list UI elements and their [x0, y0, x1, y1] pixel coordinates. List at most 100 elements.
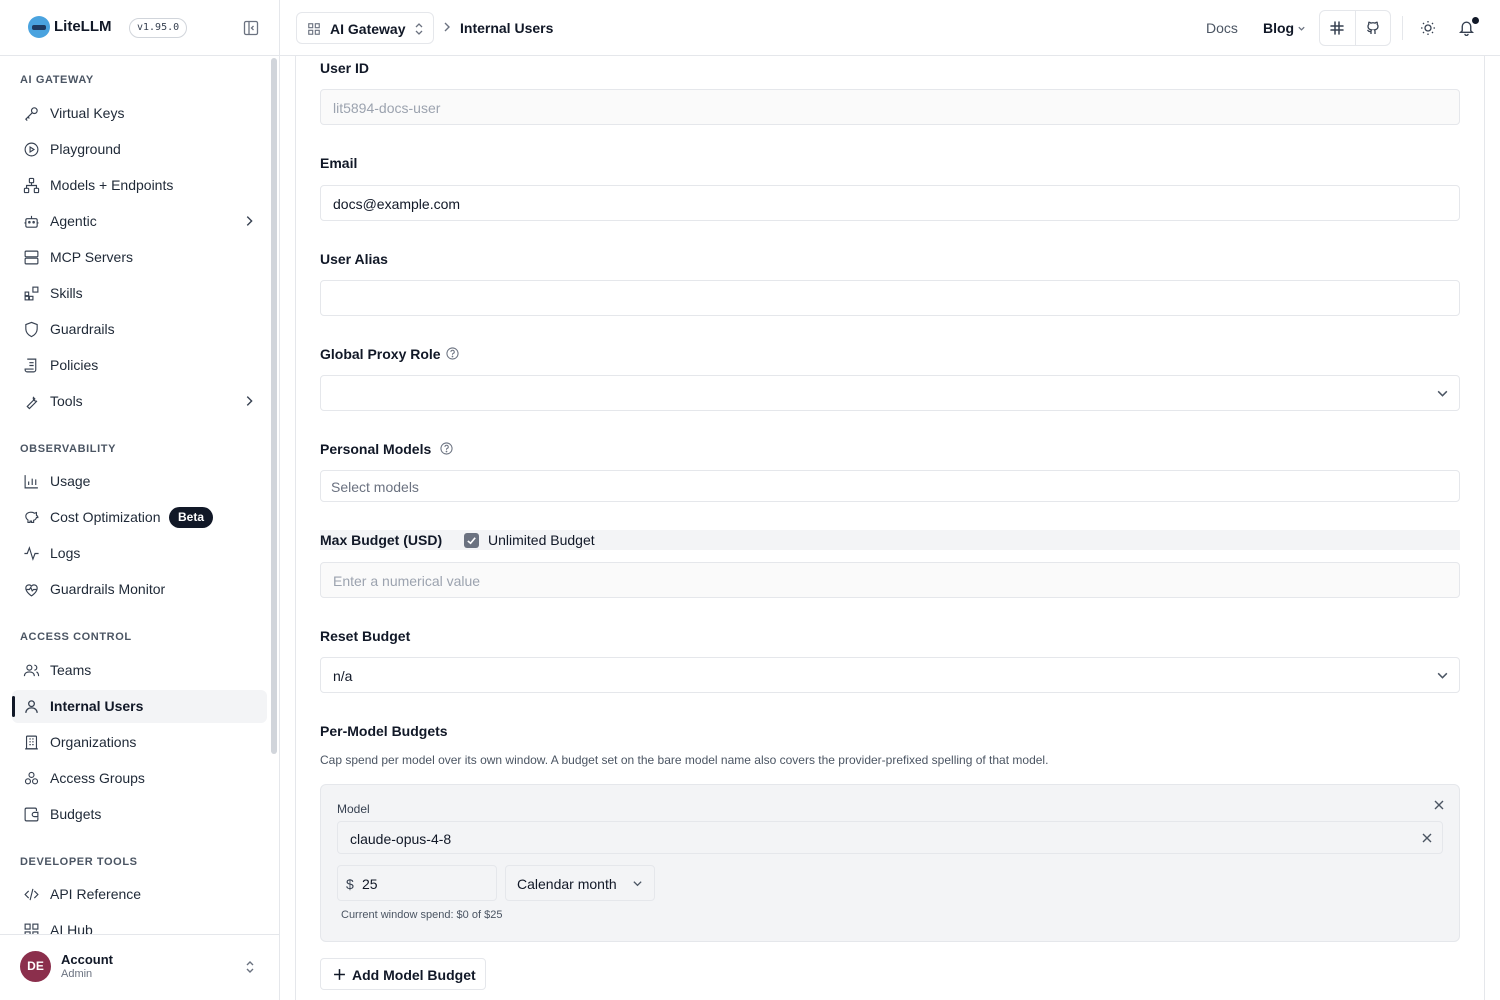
model-select[interactable]: claude-opus-4-8: [337, 821, 1443, 854]
account-role: Admin: [61, 968, 93, 980]
email-label: Email: [320, 155, 358, 171]
shield-icon: [23, 321, 40, 338]
reset-budget-select[interactable]: n/a: [320, 657, 1460, 693]
theme-toggle-icon[interactable]: [1420, 20, 1436, 36]
sidebar-item-ai-hub[interactable]: AI Hub: [12, 914, 267, 934]
gateway-label: AI Gateway: [330, 21, 406, 37]
wrench-icon: [23, 393, 40, 410]
sidebar-item-tools[interactable]: Tools: [12, 385, 267, 418]
currency-prefix: $: [346, 876, 354, 892]
sidebar-item-cost-optimization[interactable]: Cost Optimization Beta: [12, 501, 267, 534]
sidebar-item-models-endpoints[interactable]: Models + Endpoints: [12, 169, 267, 202]
global-proxy-role-select[interactable]: [320, 375, 1460, 411]
sidebar-item-label: Guardrails: [50, 321, 115, 337]
main-content: User ID lit5894-docs-user Email docs@exa…: [280, 56, 1500, 1000]
unlimited-budget-checkbox[interactable]: [464, 533, 479, 548]
sidebar-item-internal-users[interactable]: Internal Users: [12, 690, 267, 723]
email-field[interactable]: docs@example.com: [320, 185, 1460, 221]
litellm-logo: [28, 16, 50, 38]
sidebar-item-skills[interactable]: Skills: [12, 277, 267, 310]
sidebar-item-usage[interactable]: Usage: [12, 465, 267, 498]
reset-budget-label: Reset Budget: [320, 628, 411, 644]
sidebar-item-playground[interactable]: Playground: [12, 133, 267, 166]
blocks-icon: [23, 285, 40, 302]
model-value: claude-opus-4-8: [350, 831, 452, 847]
grid-icon: [307, 22, 321, 36]
personal-models-label: Personal Models: [320, 441, 432, 457]
budget-amount-input[interactable]: $ 25: [337, 865, 497, 901]
user-alias-field[interactable]: [320, 280, 1460, 316]
sidebar-collapse-icon[interactable]: [243, 20, 259, 36]
building-icon: [23, 734, 40, 751]
piggy-bank-icon: [23, 509, 40, 526]
remove-budget-close-icon[interactable]: [1433, 799, 1445, 811]
sidebar-item-mcp-servers[interactable]: MCP Servers: [12, 241, 267, 274]
top-bar: AI Gateway Internal Users Docs Blog: [280, 0, 1500, 56]
version-badge: v1.95.0: [129, 18, 188, 38]
sidebar-item-label: AI Hub: [50, 922, 93, 934]
wallet-icon: [23, 806, 40, 823]
budget-window-select[interactable]: Calendar month: [505, 865, 655, 901]
slack-icon[interactable]: [1329, 20, 1345, 36]
grid-icon: [23, 922, 40, 934]
sidebar-item-policies[interactable]: Policies: [12, 349, 267, 382]
unlimited-budget-label[interactable]: Unlimited Budget: [488, 532, 595, 548]
personal-models-placeholder: Select models: [331, 479, 419, 495]
max-budget-field: Enter a numerical value: [320, 562, 1460, 598]
sidebar-item-guardrails[interactable]: Guardrails: [12, 313, 267, 346]
sidebar-item-access-groups[interactable]: Access Groups: [12, 762, 267, 795]
section-ai-gateway: AI GATEWAY: [20, 74, 94, 86]
sidebar-item-organizations[interactable]: Organizations: [12, 726, 267, 759]
add-model-budget-button[interactable]: Add Model Budget: [320, 958, 486, 990]
account-menu[interactable]: DE Account Admin: [0, 934, 280, 1000]
docs-link[interactable]: Docs: [1206, 20, 1238, 36]
blog-menu[interactable]: Blog: [1263, 20, 1294, 36]
personal-models-select[interactable]: Select models: [320, 470, 1460, 502]
activity-icon: [23, 545, 40, 562]
user-icon: [23, 698, 40, 715]
sidebar-item-budgets[interactable]: Budgets: [12, 798, 267, 831]
code-icon: [23, 886, 40, 903]
sidebar-item-label: Budgets: [50, 806, 102, 822]
sidebar-item-label: Skills: [50, 285, 83, 301]
avatar: DE: [20, 951, 51, 982]
heart-pulse-icon: [23, 581, 40, 598]
sidebar-item-label: Playground: [50, 141, 121, 157]
clear-model-close-icon[interactable]: [1421, 832, 1433, 844]
chevron-right-icon: [242, 214, 256, 228]
sidebar-item-label: Access Groups: [50, 770, 145, 786]
help-circle-icon[interactable]: [440, 442, 453, 455]
sidebar-scrollbar[interactable]: [271, 58, 277, 754]
sidebar-item-guardrails-monitor[interactable]: Guardrails Monitor: [12, 573, 267, 606]
sidebar-item-virtual-keys[interactable]: Virtual Keys: [12, 97, 267, 130]
bar-chart-icon: [23, 473, 40, 490]
max-budget-placeholder: Enter a numerical value: [333, 573, 481, 589]
gateway-switcher[interactable]: AI Gateway: [296, 12, 434, 44]
sidebar-item-label: Virtual Keys: [50, 105, 125, 121]
user-alias-label: User Alias: [320, 251, 388, 267]
sidebar-item-label: Logs: [50, 545, 81, 561]
sidebar-item-api-reference[interactable]: API Reference: [12, 878, 267, 911]
sidebar-item-teams[interactable]: Teams: [12, 654, 267, 687]
sidebar-item-agentic[interactable]: Agentic: [12, 205, 267, 238]
sidebar-item-label: Tools: [50, 393, 83, 409]
play-circle-icon: [23, 141, 40, 158]
email-value: docs@example.com: [333, 196, 461, 212]
github-icon[interactable]: [1365, 20, 1381, 36]
chevron-down-icon: [1436, 387, 1449, 400]
plus-icon: [333, 968, 346, 981]
sidebar-item-label: API Reference: [50, 886, 142, 902]
per-model-budgets-label: Per-Model Budgets: [320, 723, 448, 739]
sidebar-item-label: Internal Users: [50, 698, 144, 714]
model-label: Model: [337, 802, 370, 816]
sidebar-item-label: Organizations: [50, 734, 137, 750]
help-circle-icon[interactable]: [446, 347, 459, 360]
account-name: Account: [61, 952, 113, 967]
chevron-right-icon: [441, 21, 453, 33]
edit-user-form: User ID lit5894-docs-user Email docs@exa…: [295, 56, 1485, 1000]
reset-budget-value: n/a: [333, 668, 353, 684]
chevron-down-icon: [1297, 24, 1306, 33]
sidebar-item-logs[interactable]: Logs: [12, 537, 267, 570]
chevrons-up-down-icon: [413, 22, 425, 36]
section-observability: OBSERVABILITY: [20, 443, 117, 455]
